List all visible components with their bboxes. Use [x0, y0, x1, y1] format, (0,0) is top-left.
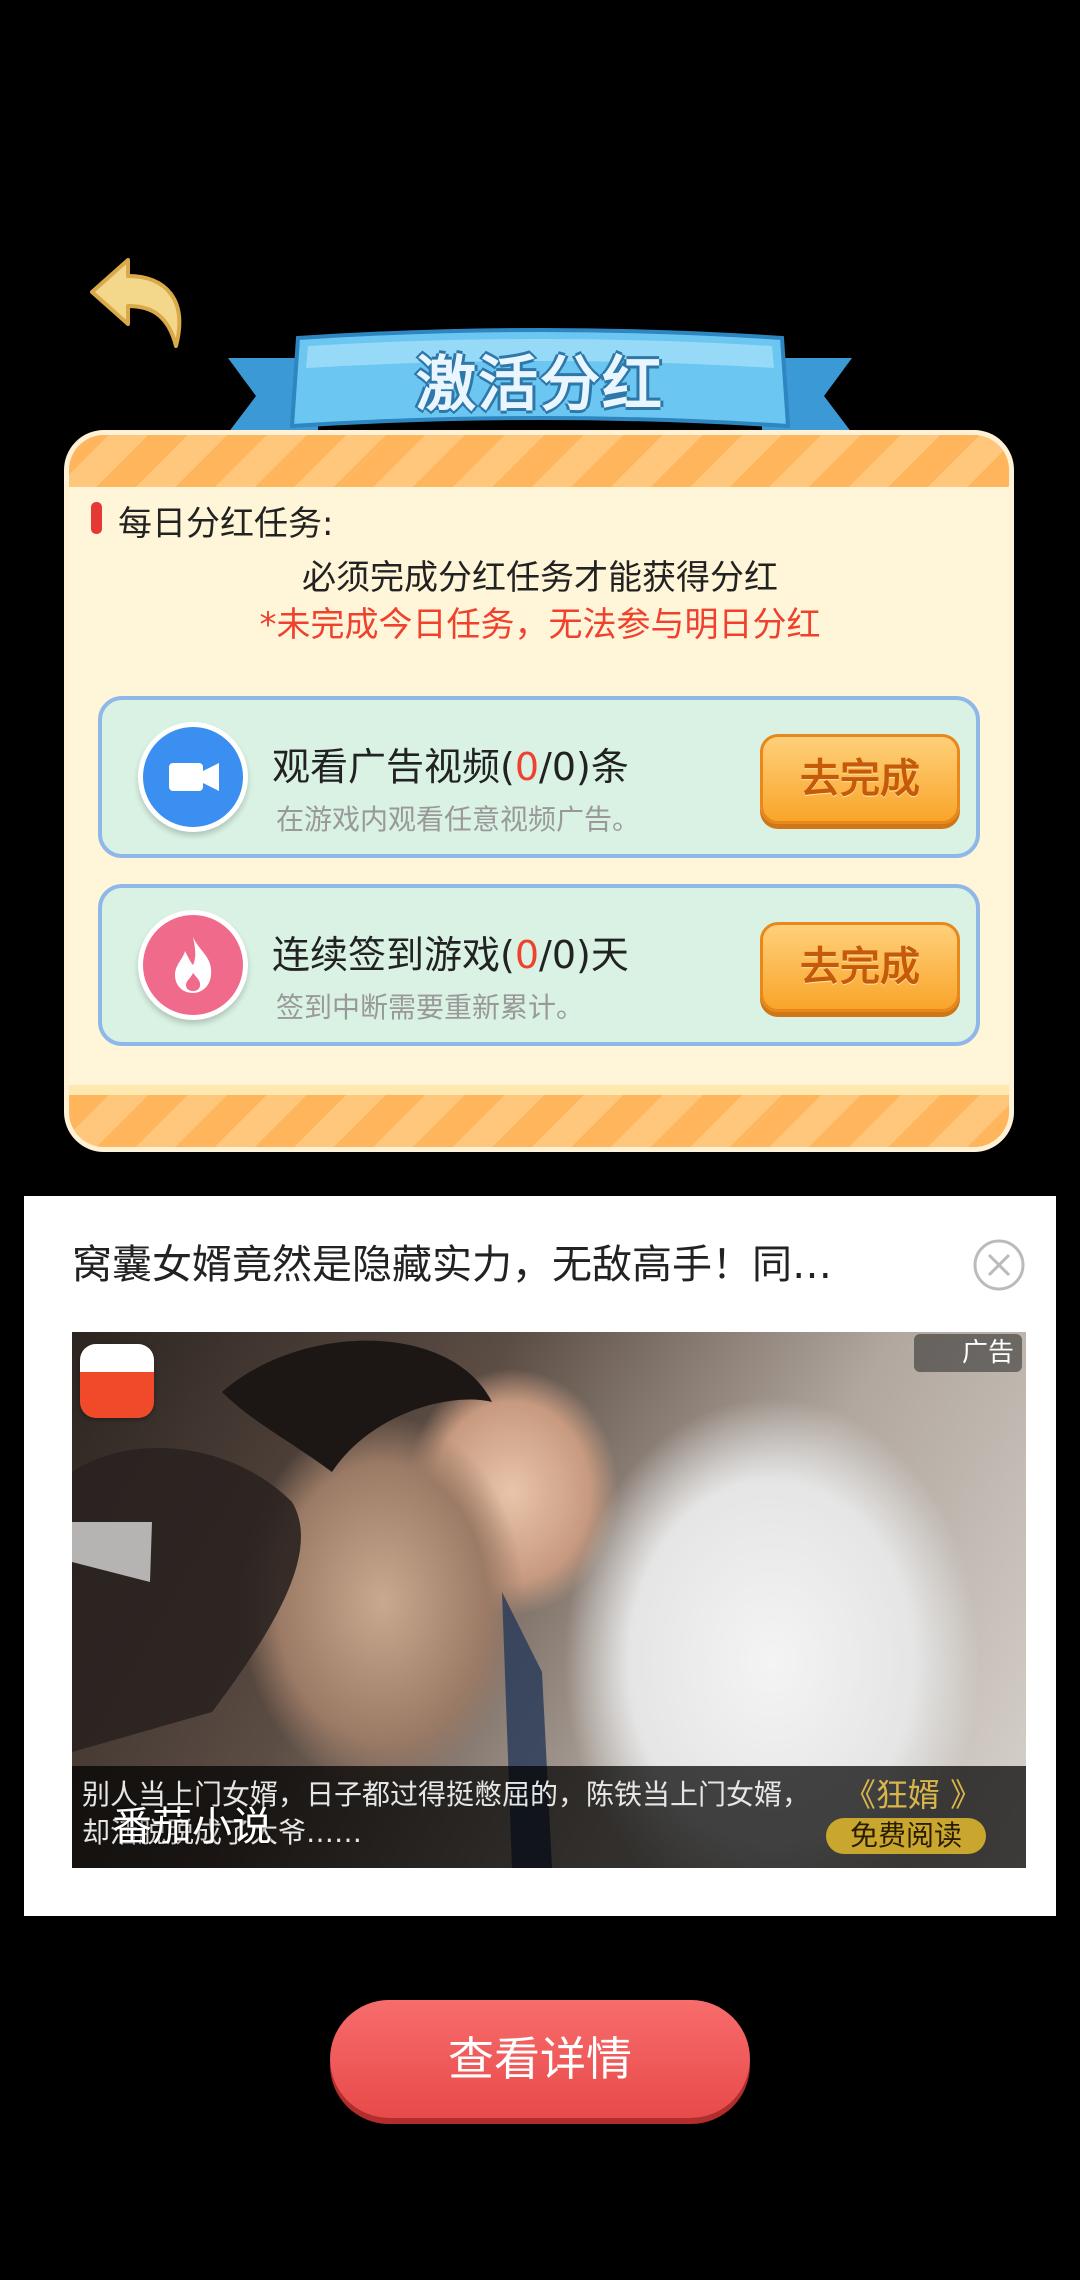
ad-brand-name: 番茄小说 [112, 1804, 272, 1850]
task-progress-count: 0 [514, 745, 540, 789]
task-subtitle: 在游戏内观看任意视频广告。 [276, 803, 641, 836]
free-read-badge[interactable]: 免费阅读 [826, 1818, 986, 1854]
complete-task-button[interactable]: 去完成 [760, 922, 960, 1012]
page-title: 激活分红 [416, 350, 664, 420]
ad-headline[interactable]: 窝囊女婿竟然是隐藏实力，无敌高手！同… [72, 1232, 932, 1290]
task-requirement-notice: 必须完成分红任务才能获得分红 [302, 558, 778, 598]
complete-task-button[interactable]: 去完成 [760, 734, 960, 824]
view-details-button[interactable]: 查看详情 [330, 2000, 750, 2118]
close-icon[interactable] [972, 1238, 1026, 1292]
task-watch-ads: 观看广告视频(0/0)条 在游戏内观看任意视频广告。 去完成 [98, 696, 980, 858]
flame-icon [138, 910, 248, 1020]
daily-task-heading: 每日分红任务: [118, 504, 334, 544]
task-daily-checkin: 连续签到游戏(0/0)天 签到中断需要重新累计。 去完成 [98, 884, 980, 1046]
card-top-stripe [69, 435, 1009, 487]
ad-badge: 广告 [914, 1334, 1022, 1372]
task-title: 连续签到游戏(0/0)天 [272, 933, 629, 977]
task-progress-count: 0 [514, 933, 540, 977]
video-camera-icon [138, 722, 248, 832]
task-subtitle: 签到中断需要重新累计。 [276, 991, 585, 1024]
app-logo [80, 1344, 154, 1418]
back-arrow-icon[interactable] [88, 250, 198, 360]
ad-book-title: 《狂婿 》 [843, 1776, 983, 1814]
task-title: 观看广告视频(0/0)条 [272, 745, 629, 789]
card-bottom-stripe [69, 1085, 1009, 1147]
section-marker [91, 502, 102, 534]
task-warning-notice: *未完成今日任务，无法参与明日分红 [259, 605, 821, 645]
